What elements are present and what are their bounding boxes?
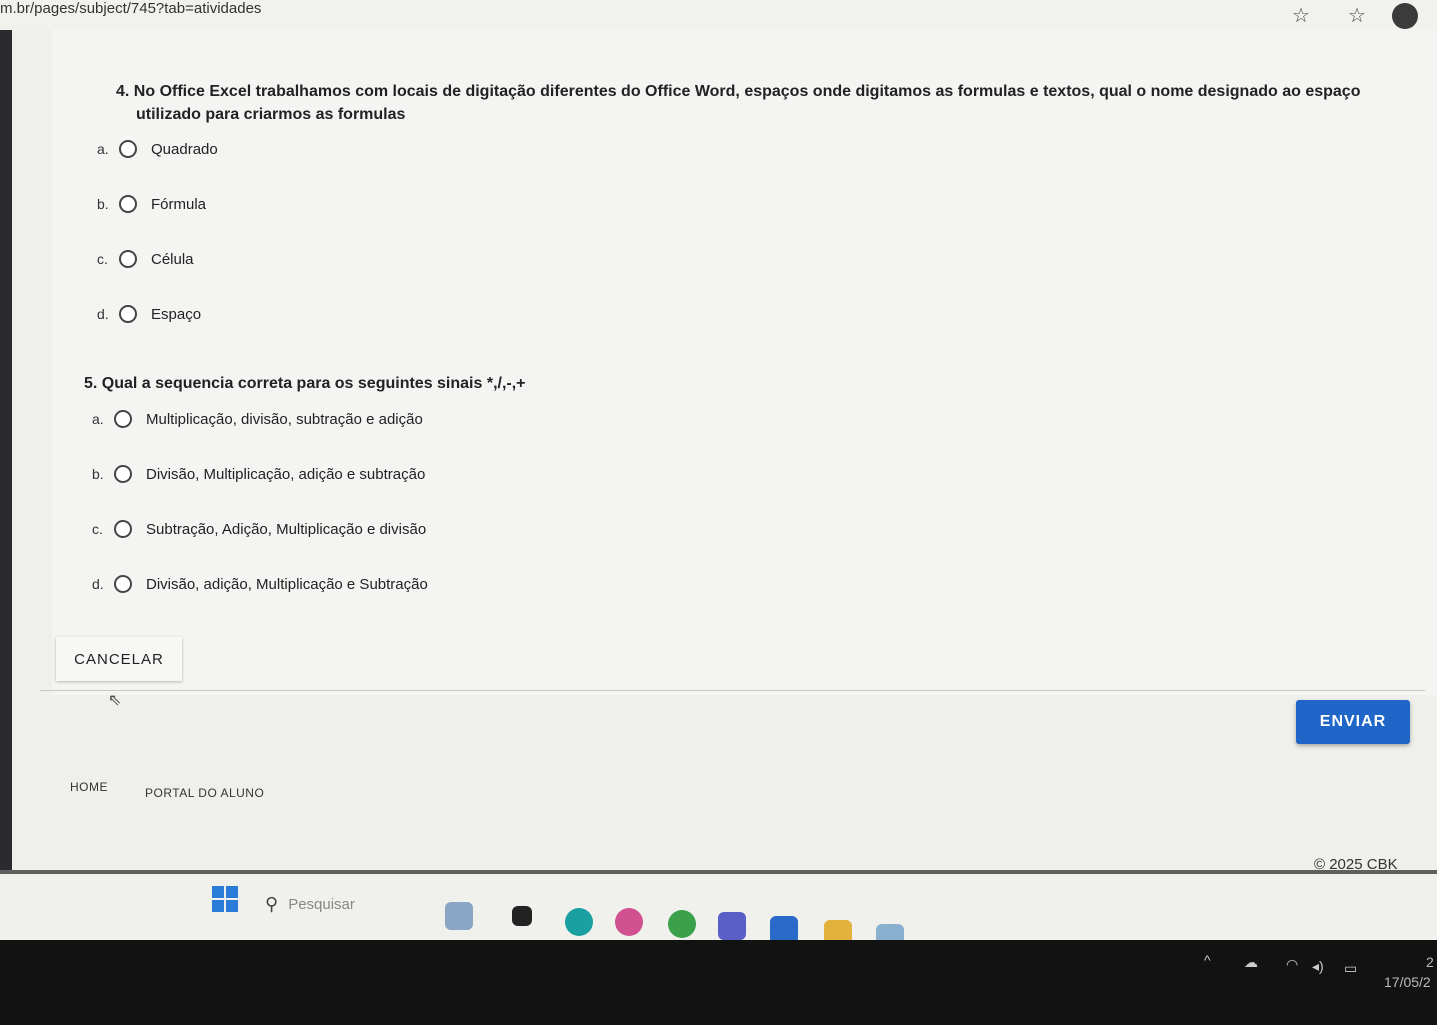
whatsapp-icon[interactable] xyxy=(668,910,696,938)
search-placeholder: Pesquisar xyxy=(288,896,355,913)
tray-chevron-icon[interactable]: ^ xyxy=(1204,952,1211,968)
wifi-icon[interactable]: ◠ xyxy=(1286,956,1298,973)
task-view-icon[interactable] xyxy=(512,906,532,926)
clock-date[interactable]: 17/05/2 xyxy=(1384,974,1431,990)
send-button[interactable]: ENVIAR xyxy=(1296,700,1410,744)
radio-button[interactable] xyxy=(119,305,137,323)
option-label: Divisão, adição, Multiplicação e Subtraç… xyxy=(146,575,428,593)
radio-button[interactable] xyxy=(114,520,132,538)
screen-bezel-bottom xyxy=(0,940,1437,1025)
mouse-cursor-icon: ⇖ xyxy=(108,692,122,709)
option-label: Subtração, Adição, Multiplicação e divis… xyxy=(146,520,427,538)
activity-card: 4. No Office Excel trabalhamos com locai… xyxy=(52,30,1437,695)
q5-option-c[interactable]: c. Subtração, Adição, Multiplicação e di… xyxy=(92,520,426,538)
radio-button[interactable] xyxy=(114,575,132,593)
volume-icon[interactable]: ◂) xyxy=(1312,958,1324,975)
question-5-text: 5. Qual a sequencia correta para os segu… xyxy=(84,372,784,395)
footer-link-home[interactable]: HOME xyxy=(70,780,108,794)
search-icon: ⚲ xyxy=(265,894,279,914)
option-letter: c. xyxy=(92,521,103,537)
option-label: Célula xyxy=(151,250,194,268)
q4-option-b[interactable]: b. Fórmula xyxy=(97,195,206,213)
form-divider xyxy=(40,690,1425,691)
question-4-line1: 4. No Office Excel trabalhamos com locai… xyxy=(116,83,1361,100)
screen-bezel-left xyxy=(0,30,12,870)
cancel-button[interactable]: CANCELAR xyxy=(56,637,182,681)
option-letter: a. xyxy=(97,141,109,157)
q4-option-d[interactable]: d. Espaço xyxy=(97,305,201,323)
option-letter: d. xyxy=(97,306,109,322)
windows-start-icon[interactable] xyxy=(212,886,238,912)
option-label: Fórmula xyxy=(151,195,207,213)
option-label: Espaço xyxy=(151,305,202,323)
radio-button[interactable] xyxy=(119,195,137,213)
profile-avatar[interactable] xyxy=(1392,3,1418,29)
teams-icon[interactable] xyxy=(718,912,746,940)
radio-button[interactable] xyxy=(119,250,137,268)
q5-option-b[interactable]: b. Divisão, Multiplicação, adição e subt… xyxy=(92,465,425,483)
widgets-icon[interactable] xyxy=(445,902,473,930)
option-letter: a. xyxy=(92,411,104,427)
q4-option-a[interactable]: a. Quadrado xyxy=(97,140,218,158)
radio-button[interactable] xyxy=(114,410,132,428)
question-4-text: 4. No Office Excel trabalhamos com locai… xyxy=(116,80,1436,126)
favorites-list-icon[interactable]: ☆ xyxy=(1348,3,1366,28)
option-letter: c. xyxy=(97,251,108,267)
onedrive-cloud-icon[interactable]: ☁ xyxy=(1244,954,1258,971)
q5-option-a[interactable]: a. Multiplicação, divisão, subtração e a… xyxy=(92,410,423,428)
taskbar-search[interactable]: ⚲ Pesquisar xyxy=(265,894,355,915)
copilot-icon[interactable] xyxy=(615,908,643,936)
question-4-line2: utilizado para criarmos as formulas xyxy=(136,106,406,123)
radio-button[interactable] xyxy=(119,140,137,158)
page-content: 4. No Office Excel trabalhamos com locai… xyxy=(12,30,1437,870)
option-letter: d. xyxy=(92,576,104,592)
question-5-line1: 5. Qual a sequencia correta para os segu… xyxy=(84,375,526,392)
bookmark-star-icon[interactable]: ☆ xyxy=(1292,3,1310,28)
option-label: Multiplicação, divisão, subtração e adiç… xyxy=(146,410,423,428)
windows-taskbar: ⚲ Pesquisar xyxy=(0,870,1437,952)
browser-address-bar[interactable]: m.br/pages/subject/745?tab=atividades ☆ … xyxy=(0,0,1437,31)
q5-option-d[interactable]: d. Divisão, adição, Multiplicação e Subt… xyxy=(92,575,428,593)
radio-button[interactable] xyxy=(114,465,132,483)
battery-icon[interactable]: ▭ xyxy=(1344,960,1357,977)
edge-browser-icon[interactable] xyxy=(565,908,593,936)
footer-link-portal[interactable]: PORTAL DO ALUNO xyxy=(145,786,264,800)
url-text[interactable]: m.br/pages/subject/745?tab=atividades xyxy=(0,0,261,17)
option-letter: b. xyxy=(92,466,104,482)
clock-time[interactable]: 2 xyxy=(1426,954,1434,970)
option-label: Quadrado xyxy=(151,140,218,158)
option-letter: b. xyxy=(97,196,109,212)
option-label: Divisão, Multiplicação, adição e subtraç… xyxy=(146,465,426,483)
q4-option-c[interactable]: c. Célula xyxy=(97,250,194,268)
